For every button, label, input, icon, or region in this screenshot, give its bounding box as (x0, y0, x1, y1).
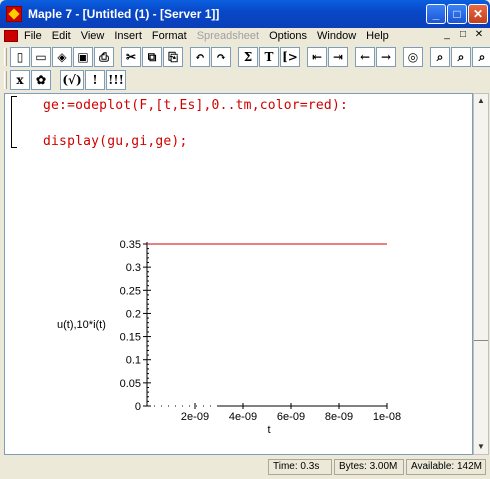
scroll-thumb[interactable] (474, 340, 488, 348)
menu-format[interactable]: Format (152, 30, 187, 42)
scroll-down-arrow-icon[interactable]: ▼ (474, 440, 488, 454)
close-button[interactable]: ✕ (468, 4, 488, 24)
scroll-up-arrow-icon[interactable]: ▲ (474, 94, 488, 108)
doc-minimize-button[interactable]: _ (440, 29, 454, 42)
redo-icon[interactable]: ↷ (211, 47, 231, 67)
paste-icon[interactable]: ⎘ (163, 47, 183, 67)
x-tick-label: 6e-09 (277, 411, 305, 423)
main-toolbar: ▯ ▭ ◈ ▣ ⎙ ✂ ⧉ ⎘ ↶ ↷ Σ T [> ⇤ ⇥ ← → ◎ ⌕ ⌕ ⌕ (4, 45, 490, 69)
execute-icon[interactable]: ! (85, 70, 105, 90)
open-folder-icon[interactable]: ▭ (31, 47, 51, 67)
sum-icon[interactable]: Σ (238, 47, 258, 67)
x-tick-label: 4e-09 (229, 411, 257, 423)
x-tick-label: 2e-09 (181, 411, 209, 423)
y-tick-label: 0 (135, 401, 141, 413)
cut-icon[interactable]: ✂ (121, 47, 141, 67)
status-available: Available: 142M (406, 459, 486, 475)
toolbar-grip[interactable] (4, 48, 7, 66)
doc-close-button[interactable]: ✕ (472, 29, 486, 42)
title-bar: Maple 7 - [Untitled (1) - [Server 1]] _ … (0, 0, 490, 28)
menu-bar: File Edit View Insert Format Spreadsheet… (0, 28, 490, 44)
forward-icon[interactable]: → (376, 47, 396, 67)
menu-view[interactable]: View (81, 30, 105, 42)
execute-all-icon[interactable]: !!! (106, 70, 126, 90)
stop-icon[interactable]: ◎ (403, 47, 423, 67)
insert-input-icon[interactable]: [> (280, 47, 300, 67)
outdent-icon[interactable]: ⇤ (307, 47, 327, 67)
menu-spreadsheet[interactable]: Spreadsheet (197, 30, 259, 42)
menu-edit[interactable]: Edit (52, 30, 71, 42)
undo-icon[interactable]: ↶ (190, 47, 210, 67)
doc-restore-button[interactable]: □ (456, 29, 470, 42)
text-icon[interactable]: T (259, 47, 279, 67)
vertical-scrollbar[interactable]: ▲ ▼ (473, 93, 489, 455)
worksheet[interactable]: ge:=odeplot(F,[t,Es],0..tm,color=red): d… (4, 93, 473, 455)
y-tick-label: 0.15 (120, 332, 141, 344)
plot-area[interactable]: 0 0.05 0.1 0.15 0.2 0.25 0.3 0.35 2e-09 4e-09 6e-0… (5, 94, 474, 456)
menu-help[interactable]: Help (366, 30, 389, 42)
y-tick-label: 0.25 (120, 285, 141, 297)
y-tick-label: 0.35 (120, 239, 141, 251)
zoom-in-icon[interactable]: ⌕ (430, 47, 450, 67)
status-bar: Time: 0.3s Bytes: 3.00M Available: 142M (0, 458, 490, 476)
print-icon[interactable]: ⎙ (94, 47, 114, 67)
menu-options[interactable]: Options (269, 30, 307, 42)
y-tick-label: 0.1 (126, 355, 141, 367)
document-icon[interactable] (4, 30, 18, 42)
x-axis-label: t (267, 424, 270, 436)
indent-icon[interactable]: ⇥ (328, 47, 348, 67)
y-tick-label: 0.2 (126, 308, 141, 320)
minimize-button[interactable]: _ (426, 4, 446, 24)
math-mode-icon[interactable]: x (10, 70, 30, 90)
maximize-button[interactable]: □ (447, 4, 467, 24)
y-tick-label: 0.3 (126, 262, 141, 274)
x-tick-label: 8e-09 (325, 411, 353, 423)
maple-app-icon[interactable] (6, 6, 22, 22)
context-toolbar: x ✿ (√)!!!! (4, 69, 127, 91)
toolbar-grip[interactable] (4, 71, 7, 89)
window-title: Maple 7 - [Untitled (1) - [Server 1]] (28, 7, 220, 21)
menu-insert[interactable]: Insert (114, 30, 142, 42)
open-url-icon[interactable]: ◈ (52, 47, 72, 67)
check-syntax-icon[interactable]: (√) (60, 70, 84, 90)
maple-leaf-icon[interactable]: ✿ (31, 70, 51, 90)
menu-file[interactable]: File (24, 30, 42, 42)
menu-window[interactable]: Window (317, 30, 356, 42)
status-bytes: Bytes: 3.00M (334, 459, 404, 475)
x-tick-label: 1e-08 (373, 411, 401, 423)
y-tick-label: 0.05 (120, 378, 141, 390)
status-time: Time: 0.3s (268, 459, 332, 475)
y-axis-label: u(t),10*i(t) (57, 319, 106, 331)
new-document-icon[interactable]: ▯ (10, 47, 30, 67)
save-icon[interactable]: ▣ (73, 47, 93, 67)
copy-icon[interactable]: ⧉ (142, 47, 162, 67)
zoom-icon[interactable]: ⌕ (472, 47, 490, 67)
zoom-out-icon[interactable]: ⌕ (451, 47, 471, 67)
back-icon[interactable]: ← (355, 47, 375, 67)
